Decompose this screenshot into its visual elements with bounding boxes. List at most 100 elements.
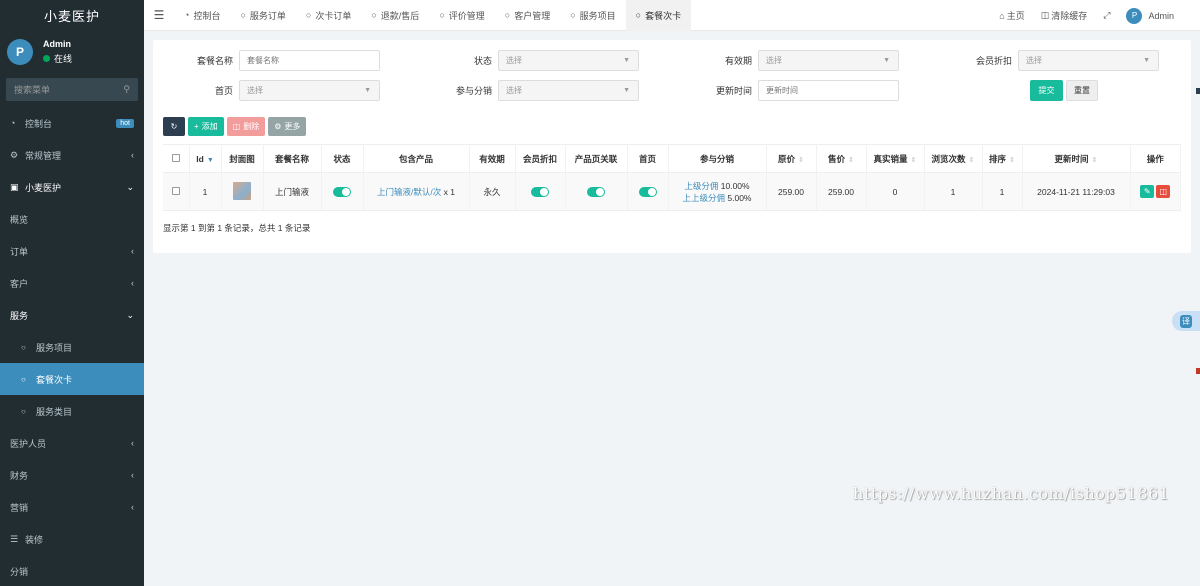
cover-image[interactable] [233,181,251,200]
column-header[interactable]: 排序 ⇕ [982,144,1023,173]
sidebar-item-label: 分销 [10,566,29,577]
column-header: 套餐名称 [263,144,322,173]
tab-service-orders[interactable]: ○ 服务订单 [230,0,295,31]
sidebar-item-label: 服务项目 [36,342,73,353]
table-row[interactable]: 1 上门输液 上门输液/默认/次 x 1 永久 上级分佣 10.00% 上上级分… [163,172,1181,211]
tab-service-items[interactable]: ○ 服务项目 [560,0,625,31]
admin-menu[interactable]: P Admin [1118,7,1200,24]
submit-button[interactable]: 提交 [1030,80,1063,101]
sidebar-item-overview[interactable]: 概览 [0,203,144,235]
member-discount-select[interactable]: 选择 ▼ [1018,50,1159,71]
home-button[interactable]: ⌂ 主页 [991,9,1032,22]
chevron-left-icon: ‹ [131,470,134,480]
chevron-left-icon: ‹ [131,150,134,160]
column-header[interactable]: 真实销量 ⇕ [866,144,925,173]
homepage-select[interactable]: 选择 ▼ [239,80,380,101]
delete-button[interactable]: ◫ 删除 [226,117,266,136]
edge-marker [1196,368,1200,374]
tab-refunds[interactable]: ○ 退款/售后 [361,0,429,31]
row-checkbox[interactable] [163,172,190,211]
cell-cover[interactable] [221,172,264,211]
app-logo[interactable]: 小麦医护 [0,0,144,31]
sidebar-item-service-category[interactable]: ○ 服务类目 [0,395,144,427]
column-header[interactable]: 售价 ⇕ [816,144,867,173]
tab-package-card[interactable]: ○ 套餐次卡 [625,0,692,31]
sidebar-search[interactable]: 搜索菜单 ⚲ [6,78,138,101]
select-all-checkbox[interactable] [163,144,190,173]
sidebar-item-distribution[interactable]: 分销 [0,555,144,586]
tab-label: 次卡订单 [315,10,352,21]
translate-widget[interactable]: 译 [1172,311,1200,331]
update-time-input[interactable] [758,80,899,101]
cell-distribution: 上级分佣 10.00% 上上级分佣 5.00% [668,172,767,211]
circle-icon: ○ [439,10,445,20]
column-header[interactable]: Id ▼ [189,144,222,173]
tab-dashboard[interactable]: ◔ 控制台 [174,0,230,31]
reset-button[interactable]: 重置 [1066,80,1098,101]
sidebar-item-customers[interactable]: 客户 ‹ [0,267,144,299]
column-header[interactable]: 更新时间 ⇕ [1022,144,1131,173]
fullscreen-icon[interactable]: ⤢ [1095,10,1118,21]
sidebar-item-xiaomai[interactable]: ▣ 小麦医护 ⌄ [0,171,144,203]
product-link[interactable]: 上门输液/默认/次 [377,187,441,197]
circle-icon: ○ [504,10,511,20]
cell-views: 1 [924,172,983,211]
table-toolbar: ↻ + 添加 ◫ 删除 ⚙ 更多 [163,117,309,136]
list-icon: ☰ [10,533,19,544]
sidebar-item-label: 营销 [10,502,29,513]
cell-homepage[interactable] [627,172,669,211]
sidebar-item-decoration[interactable]: ☰ 装修 [0,523,144,555]
distribution-select[interactable]: 选择 ▼ [498,80,639,101]
package-name-input[interactable] [239,50,380,71]
more-button[interactable]: ⚙ 更多 [268,117,307,136]
homepage-toggle[interactable] [638,186,657,197]
tab-customers[interactable]: ○ 客户管理 [495,0,560,31]
tab-reviews[interactable]: ○ 评价管理 [429,0,494,31]
sidebar-item-label: 控制台 [25,118,53,129]
sidebar-item-orders[interactable]: 订单 ‹ [0,235,144,267]
cell-status[interactable] [321,172,364,211]
column-label: Id [196,153,204,164]
cell-member-discount[interactable] [515,172,566,211]
sidebar-item-label: 常规管理 [25,150,62,161]
sidebar-item-service-items[interactable]: ○ 服务项目 [0,331,144,363]
table-header-row: Id ▼ 封面图 套餐名称 状态 包含产品 有效期 会员折扣 产品页关联 首页 参… [163,144,1181,173]
sidebar-item-package-card[interactable]: ○ 套餐次卡 [0,363,144,395]
sidebar-item-dashboard[interactable]: ◔ 控制台 hot [0,107,144,139]
caret-down-icon: ▼ [623,87,630,94]
tab-card-orders[interactable]: ○ 次卡订单 [296,0,361,31]
column-header: 状态 [321,144,364,173]
delete-row-button[interactable]: ◫ [1156,185,1171,198]
status-select[interactable]: 选择 ▼ [498,50,639,71]
column-header: 封面图 [221,144,264,173]
product-page-toggle[interactable] [587,186,605,197]
online-dot-icon [43,55,50,62]
sidebar-item-general[interactable]: ⚙ 常规管理 ‹ [0,139,144,171]
menu-toggle-icon[interactable]: ☰ [144,8,174,22]
add-button[interactable]: + 添加 [188,117,224,136]
add-label: 添加 [201,122,218,131]
sidebar-item-medical-staff[interactable]: 医护人员 ‹ [0,427,144,459]
pencil-icon: ✎ [1143,187,1151,196]
sidebar-item-finance[interactable]: 财务 ‹ [0,459,144,491]
sidebar-item-marketing[interactable]: 营销 ‹ [0,491,144,523]
app-root: 小麦医护 P Admin 在线 搜索菜单 ⚲ ◔ 控制台 hot ⚙ 常规管理 … [0,0,1200,586]
status-toggle[interactable] [333,186,351,197]
sort-icon: ⇕ [968,156,975,164]
edit-button[interactable]: ✎ [1140,185,1155,198]
validity-select[interactable]: 选择 ▼ [758,50,899,71]
sidebar-item-service[interactable]: 服务 ⌄ [0,299,144,331]
column-label: 排序 [989,153,1007,164]
chevron-left-icon: ‹ [131,438,134,448]
filter-label: 更新时间 [715,86,752,96]
column-header[interactable]: 浏览次数 ⇕ [924,144,983,173]
member-discount-toggle[interactable] [531,186,549,197]
checkbox-icon [171,186,180,195]
search-icon[interactable]: ⚲ [123,84,130,95]
refresh-button[interactable]: ↻ [163,117,185,136]
user-info: Admin 在线 [43,39,72,65]
column-header[interactable]: 原价 ⇕ [766,144,817,173]
cell-product-page[interactable] [565,172,628,211]
filter-label: 有效期 [724,56,752,66]
clear-cache-button[interactable]: ◫ 清除缓存 [1033,9,1096,22]
